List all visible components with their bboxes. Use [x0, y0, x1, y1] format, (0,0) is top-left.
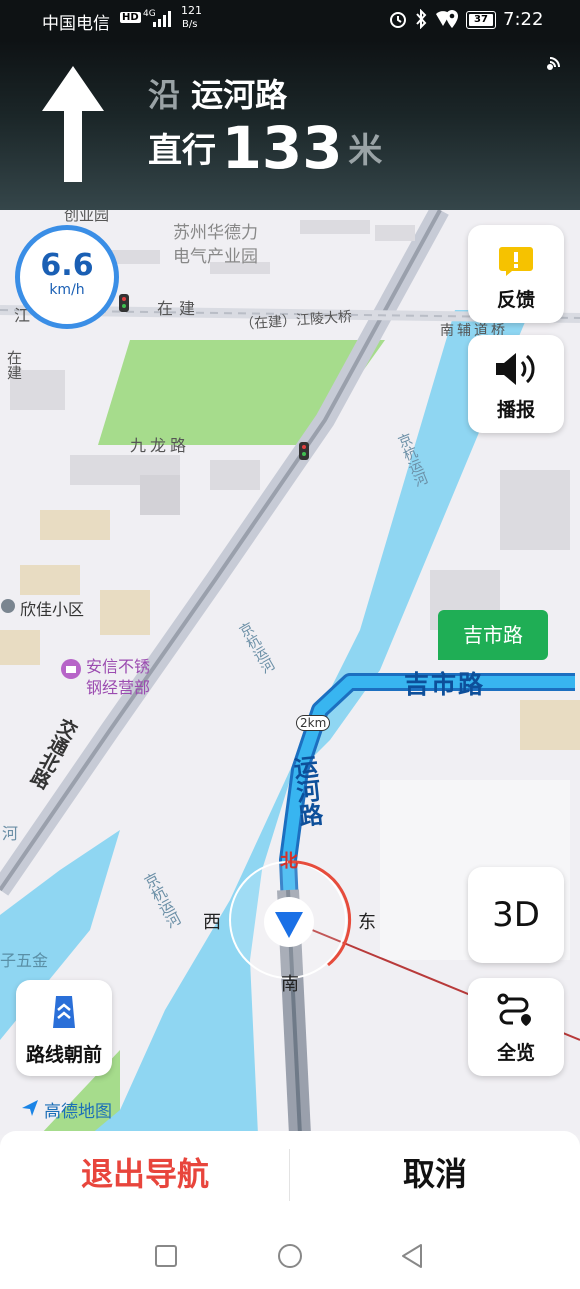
status-bar: 中国电信 HD 4G 121 B/s 37 7:22 — [0, 0, 580, 40]
bluetooth-icon — [416, 9, 427, 29]
alarm-icon — [390, 12, 406, 28]
route-road-label: 运河路 — [288, 753, 324, 829]
next-road-tag: 吉市路 — [438, 610, 548, 660]
car-position-icon — [264, 897, 314, 947]
signal-icon — [153, 11, 171, 27]
route-ahead-label: 路线朝前 — [25, 1044, 102, 1066]
speed-value: 6.6 — [40, 248, 94, 283]
map-label: 在建 — [157, 299, 202, 318]
speaker-icon — [496, 353, 535, 385]
distance-value: 133 — [221, 114, 343, 182]
map-label: 钢经营部 — [86, 678, 151, 697]
back-icon[interactable] — [400, 1243, 424, 1269]
battery-level: 37 — [469, 14, 493, 26]
next-road-label: 吉市路 — [463, 623, 523, 647]
compass-east: 东 — [358, 912, 376, 933]
carrier-name: 中国电信 — [42, 14, 110, 34]
home-icon[interactable] — [277, 1243, 303, 1269]
brand-label: 高德地图 — [44, 1102, 112, 1122]
map-label: 九龙路 — [130, 436, 191, 455]
along-prefix: 沿 — [148, 76, 181, 114]
net-speed-unit: B/s — [182, 19, 198, 30]
distance-unit: 米 — [348, 131, 383, 171]
map-view[interactable]: 创业园 苏州华德力 电气产业园 江 在建 （在建）江陵大桥 南辅道桥 在建 九龙… — [0, 210, 580, 1135]
speed-unit: km/h — [49, 282, 85, 298]
battery-icon: 37 — [466, 11, 496, 29]
recent-apps-icon[interactable] — [154, 1244, 178, 1268]
hd-icon: HD — [120, 12, 141, 23]
3d-label: 3D — [492, 895, 540, 935]
traffic-light-icon — [119, 294, 129, 312]
broadcast-label: 播报 — [496, 399, 535, 421]
feedback-button[interactable]: 反馈 — [468, 225, 564, 323]
map-label: 电气产业园 — [173, 247, 258, 267]
broadcast-button[interactable]: 播报 — [468, 335, 564, 433]
clock: 7:22 — [503, 9, 544, 30]
exit-navigation-button[interactable]: 退出导航 — [0, 1131, 290, 1219]
map-label: 河 — [0, 825, 18, 841]
shop-icon — [61, 659, 81, 679]
route-overview-icon — [497, 993, 531, 1026]
speed-badge: 6.6 km/h — [15, 225, 119, 329]
cancel-button[interactable]: 取消 — [290, 1131, 580, 1219]
overview-label: 全览 — [496, 1042, 535, 1064]
compass-north: 北 — [280, 851, 298, 872]
map-label: 在建 — [5, 350, 23, 380]
3d-button[interactable]: 3D — [468, 867, 564, 963]
map-label: 苏州华德力 — [173, 223, 258, 243]
navigation-header: 沿 运河路 直行 133 米 — [0, 40, 580, 210]
route-ahead-button[interactable]: 路线朝前 — [16, 980, 112, 1076]
compass-south: 南 — [281, 974, 299, 995]
gps-signal-icon — [547, 57, 560, 70]
map-label: 创业园 — [64, 210, 110, 224]
compass-west: 西 — [203, 912, 221, 933]
bottom-action-bar: 退出导航 取消 — [0, 1131, 580, 1219]
route-ahead-icon — [53, 996, 75, 1028]
traffic-light-icon — [299, 442, 309, 460]
location-icon — [446, 10, 458, 28]
route-road-label: 吉市路 — [404, 670, 486, 699]
current-road: 运河路 — [191, 76, 288, 114]
net-speed-value: 121 — [181, 4, 202, 17]
amap-logo-icon — [22, 1100, 38, 1116]
feedback-icon — [499, 247, 533, 276]
distance-marker: 2km — [296, 715, 331, 731]
map-label: 子五金 — [0, 951, 49, 970]
place-icon — [1, 599, 15, 613]
system-navigation-bar — [0, 1219, 580, 1289]
feedback-label: 反馈 — [496, 289, 535, 311]
action-text: 直行 — [148, 131, 216, 171]
straight-arrow-icon — [42, 66, 104, 182]
overview-button[interactable]: 全览 — [468, 978, 564, 1076]
map-label: 欣佳小区 — [20, 600, 85, 619]
